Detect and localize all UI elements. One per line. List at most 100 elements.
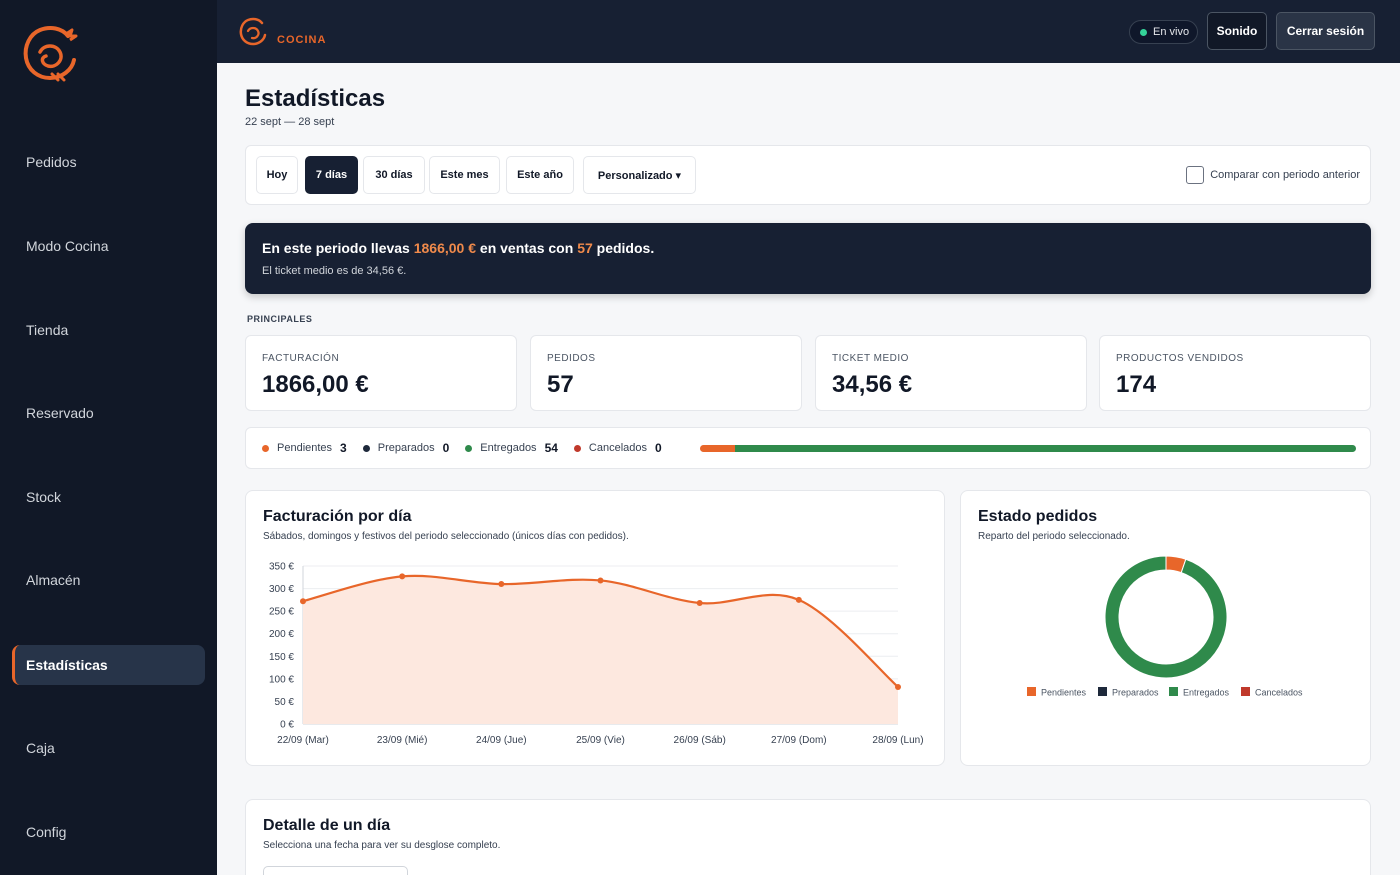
summary-ticket-text: El ticket medio es de 34,56 €. (262, 265, 407, 277)
data-point (895, 683, 901, 690)
x-tick-label: 28/09 (Lun) (872, 735, 923, 746)
day-detail-subtitle: Selecciona una fecha para ver su desglos… (263, 840, 501, 851)
kpi-label: PRODUCTOS VENDIDOS (1116, 353, 1244, 364)
kpi-card: FACTURACIÓN 1866,00 € (245, 335, 517, 411)
kpi-value: 57 (547, 371, 574, 398)
section-label-principales: PRINCIPALES (247, 314, 313, 324)
sidebar-item-almacen[interactable]: Almacén (12, 560, 205, 600)
sidebar-item-reservado[interactable]: Reservado (12, 393, 205, 433)
summary-middle: en ventas con (476, 240, 578, 256)
order-status-strip: Pendientes 3 Preparados 0 Entregados 54 Cancel… (245, 427, 1371, 469)
sidebar-item-modo-cocina[interactable]: Modo Cocina (12, 226, 205, 266)
status-bar-segment (700, 445, 735, 452)
filter-button-0[interactable]: Hoy (256, 156, 298, 194)
filter-button-1[interactable]: 7 días (305, 156, 358, 194)
x-tick-label: 23/09 (Mié) (377, 735, 428, 746)
top-header: COCINA En vivo Sonido Cerrar sesión (217, 0, 1400, 63)
status-dot-icon (262, 444, 269, 452)
order-status-donut-chart: Pendientes Preparados Entregados Cancelados (1027, 555, 1303, 698)
kpi-card: PRODUCTOS VENDIDOS 174 (1099, 335, 1371, 411)
y-tick-label: 350 € (269, 562, 294, 573)
legend-swatch (1241, 687, 1250, 696)
page-title: Estadísticas (245, 85, 386, 112)
order-status-chart-card: Estado pedidos Reparto del periodo selec… (960, 490, 1371, 766)
legend-swatch (1169, 687, 1178, 696)
sidebar-item-tienda[interactable]: Tienda (12, 310, 205, 350)
rooster-logo-icon (23, 26, 78, 82)
status-item-pendientes: Pendientes 3 (262, 441, 347, 455)
status-count: 0 (442, 441, 450, 455)
compare-checkbox[interactable] (1186, 166, 1205, 184)
legend-label: Preparados (1112, 688, 1159, 698)
date-range-label: 22 sept — 28 sept (245, 116, 335, 128)
status-count: 0 (655, 441, 662, 455)
revenue-area (303, 575, 898, 724)
period-filter-bar: Hoy 7 días 30 días Este mes Este año Personal… (245, 145, 1371, 205)
status-label: Pendientes (277, 442, 333, 454)
kpi-label: FACTURACIÓN (262, 353, 340, 364)
day-date-input[interactable] (263, 866, 408, 875)
brand-name: COCINA (277, 34, 327, 46)
revenue-line-chart: 0 € 50 € 100 € 150 € 200 € 250 € 300 € 350 € 22/… (269, 562, 924, 747)
y-tick-label: 50 € (275, 697, 295, 708)
summary-suffix: pedidos. (592, 240, 655, 256)
summary-prefix: En este periodo llevas (262, 240, 414, 256)
live-dot-icon (1140, 28, 1147, 36)
day-detail-card: Detalle de un día Selecciona una fecha p… (245, 799, 1371, 875)
status-bar-segment (734, 445, 1356, 452)
status-item-entregados: Entregados 54 (465, 441, 558, 455)
status-label: Cancelados (588, 442, 648, 454)
summary-banner: En este periodo llevas 1866,00 € en vent… (245, 223, 1371, 294)
kpi-label: PEDIDOS (547, 353, 596, 364)
sidebar-item-stock[interactable]: Stock (12, 477, 205, 517)
data-point (399, 573, 406, 580)
status-label: Entregados (480, 442, 537, 454)
legend-label: Cancelados (1255, 688, 1303, 698)
legend-label: Pendientes (1041, 688, 1087, 698)
revenue-chart-card: Facturación por día Sábados, domingos y … (245, 490, 945, 766)
status-count: 3 (340, 441, 347, 455)
order-status-progress-bar (700, 445, 1356, 452)
summary-orders: 57 (577, 240, 593, 256)
y-tick-label: 200 € (269, 629, 294, 640)
kpi-card: TICKET MEDIO 34,56 € (815, 335, 1087, 411)
live-label: En vivo (1153, 26, 1190, 38)
kpi-value: 34,56 € (832, 371, 913, 398)
data-point (498, 581, 505, 588)
x-tick-label: 24/09 (Jue) (476, 735, 527, 746)
logout-button[interactable]: Cerrar sesión (1276, 12, 1375, 50)
legend-swatch (1098, 687, 1107, 696)
legend-label: Entregados (1183, 688, 1230, 698)
x-tick-label: 22/09 (Mar) (277, 735, 329, 746)
data-point (597, 577, 604, 584)
sidebar-item-pedidos[interactable]: Pedidos (12, 142, 205, 182)
x-tick-label: 27/09 (Dom) (771, 735, 827, 746)
compare-previous-toggle[interactable]: Comparar con periodo anterior (1186, 166, 1360, 184)
sidebar: Pedidos Modo Cocina Tienda Reservado Stock Al… (0, 0, 217, 875)
filter-button-4[interactable]: Este año (506, 156, 574, 194)
y-tick-label: 300 € (269, 584, 294, 595)
y-tick-label: 250 € (269, 607, 294, 618)
status-dot-icon (465, 444, 473, 452)
sidebar-item-estadisticas[interactable]: Estadísticas (12, 645, 205, 685)
rooster-logo-icon (239, 17, 267, 46)
filter-button-3[interactable]: Este mes (429, 156, 500, 194)
sound-button[interactable]: Sonido (1207, 12, 1267, 50)
status-dot-icon (362, 444, 370, 452)
summary-amount: 1866,00 € (413, 240, 477, 256)
live-status-badge: En vivo (1129, 20, 1198, 44)
data-point (696, 600, 703, 607)
sidebar-item-caja[interactable]: Caja (12, 728, 205, 768)
y-tick-label: 0 € (280, 720, 294, 731)
y-tick-label: 100 € (269, 674, 294, 685)
filter-button-2[interactable]: 30 días (363, 156, 425, 194)
donut-slice (1104, 555, 1228, 679)
legend-swatch (1027, 687, 1036, 696)
day-detail-title: Detalle de un día (263, 817, 391, 834)
filter-button-5[interactable]: Personalizado ▾ (583, 156, 696, 194)
sidebar-item-config[interactable]: Config (12, 812, 205, 852)
data-point (300, 598, 306, 605)
summary-sentence: En este periodo llevas 1866,00 € en vent… (262, 240, 654, 256)
kpi-label: TICKET MEDIO (832, 353, 909, 364)
status-label: Preparados (377, 442, 435, 454)
